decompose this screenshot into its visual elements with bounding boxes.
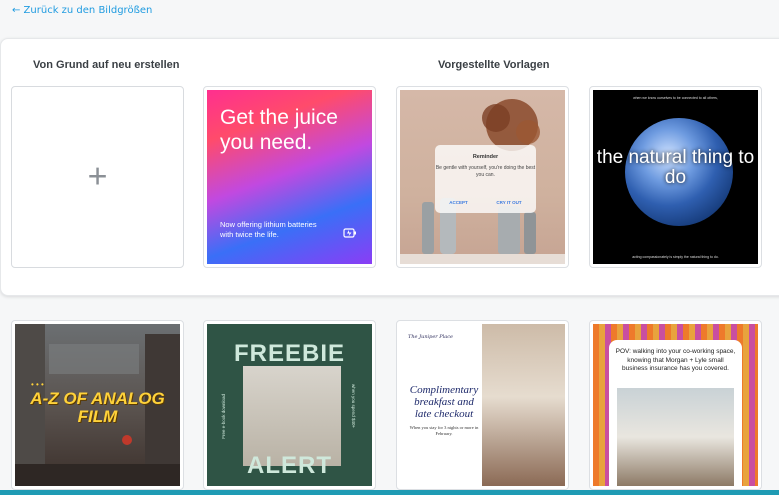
template-preview-hotel: The Juniper Place Complimentary breakfas… <box>400 324 565 486</box>
juice-subtext: Now offering lithium batteries with twic… <box>220 220 317 239</box>
freebie-left-text: Free e-book download <box>221 394 226 439</box>
template-preview-reminder: Reminder Be gentle with yourself, you're… <box>400 90 565 264</box>
film-dots: • • • <box>31 380 44 389</box>
template-card-freebie[interactable]: FREEBIE ALERT Free e-book download when … <box>203 320 376 490</box>
earth-main-text: the natural thing to do <box>596 147 755 188</box>
freebie-photo <box>243 366 341 466</box>
reminder-cry: CRY IT OUT <box>496 200 522 205</box>
template-card-film[interactable]: • • • A-Z OF ANALOG FILM <box>11 320 184 490</box>
juice-headline: Get the juice you need. <box>220 106 338 154</box>
hotel-headline: Complimentary breakfast and late checkou… <box>409 384 479 420</box>
earth-bottom-text: acting compassionately is simply the nat… <box>632 255 719 259</box>
templates-section-title: Vorgestellte Vorlagen <box>438 59 550 71</box>
template-preview-film: • • • A-Z OF ANALOG FILM <box>15 324 180 486</box>
earth-top-text: when we know ourselves to be connected t… <box>633 96 718 100</box>
hotel-brand: The Juniper Place <box>408 334 453 340</box>
pov-text: POV: walking into your co-working space,… <box>615 348 736 372</box>
scratch-section-title: Von Grund auf neu erstellen <box>33 59 180 71</box>
template-preview-juice: Get the juice you need. Now offering lit… <box>207 90 372 264</box>
template-preview-freebie: FREEBIE ALERT Free e-book download when … <box>207 324 372 486</box>
reminder-title: Reminder <box>472 154 499 160</box>
freebie-bottom-text: ALERT <box>247 452 332 479</box>
hotel-photo <box>482 324 565 486</box>
pov-photo <box>617 388 734 486</box>
template-card-hotel[interactable]: The Juniper Place Complimentary breakfas… <box>396 320 569 490</box>
template-preview-earth: when we know ourselves to be connected t… <box>593 90 758 264</box>
create-from-scratch-card[interactable]: + <box>11 86 184 268</box>
reminder-dialog: Reminder Be gentle with yourself, you're… <box>435 145 536 213</box>
plus-icon: + <box>87 157 108 196</box>
bottom-accent-bar <box>0 490 779 495</box>
reminder-message: Be gentle with yourself, you're doing th… <box>435 165 536 178</box>
hotel-subtext: When you stay for 3 nights or more in Fe… <box>409 425 479 436</box>
battery-icon <box>343 228 356 238</box>
template-card-earth[interactable]: when we know ourselves to be connected t… <box>589 86 762 268</box>
template-card-juice[interactable]: Get the juice you need. Now offering lit… <box>203 86 376 268</box>
reminder-accept: ACCEPT <box>449 200 468 205</box>
template-card-pov[interactable]: POV: walking into your co-working space,… <box>589 320 762 490</box>
back-to-image-sizes-link[interactable]: ← Zurück zu den Bildgrößen <box>12 5 152 16</box>
template-preview-pov: POV: walking into your co-working space,… <box>593 324 758 486</box>
freebie-top-text: FREEBIE <box>233 340 345 367</box>
template-card-reminder[interactable]: Reminder Be gentle with yourself, you're… <box>396 86 569 268</box>
film-title: A-Z OF ANALOG FILM <box>30 389 165 426</box>
freebie-right-text: when you spend $40+ <box>351 384 356 429</box>
